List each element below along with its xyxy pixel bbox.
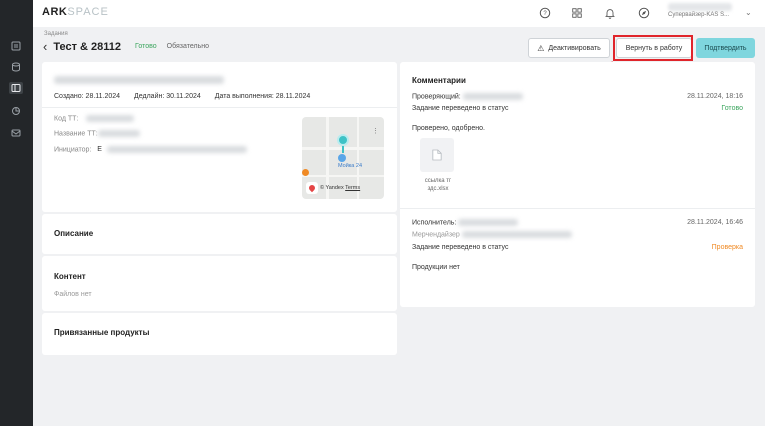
task-name-blurred <box>54 75 224 84</box>
svg-text:?: ? <box>543 11 547 17</box>
highlight-box <box>613 35 693 61</box>
comment-1-datetime: 28.11.2024, 18:16 <box>687 93 743 100</box>
reviewer-label: Проверяющий: <box>412 93 461 101</box>
bell-icon[interactable] <box>603 6 617 20</box>
comment-1-header: Проверяющий: 28.11.2024, 18:16 <box>412 93 743 100</box>
sidebar-mail-icon[interactable] <box>10 127 22 138</box>
products-card: Привязанные продукты <box>42 313 397 355</box>
executor-label: Исполнитель: <box>412 219 457 227</box>
comments-title: Комментарии <box>412 76 466 85</box>
sidebar-tasks-icon[interactable] <box>9 82 23 94</box>
apps-grid-icon[interactable] <box>570 6 584 20</box>
initiator-label: Инициатор: <box>54 146 92 154</box>
content-title: Контент <box>54 272 86 281</box>
name-label: Название ТТ: <box>54 130 98 138</box>
status-badge: Готово <box>135 43 157 50</box>
task-dates: Создано: 28.11.2024 Дедлайн: 30.11.2024 … <box>54 93 322 100</box>
warning-icon: ⚠ <box>537 43 545 53</box>
comment-1-status: Задание переведено в статус Готово <box>412 105 743 112</box>
location-pin-icon[interactable] <box>337 134 349 146</box>
comments-card: Комментарии Проверяющий: 28.11.2024, 18:… <box>400 62 755 307</box>
products-none-text: Продукции нет <box>412 264 460 271</box>
deactivate-button[interactable]: ⚠ Деактивировать <box>528 38 610 58</box>
more-icon[interactable]: ⋮ <box>372 127 379 135</box>
initiator-value: E <box>97 146 102 154</box>
support-icon[interactable]: ? <box>538 6 552 20</box>
info-initiator: Инициатор: E <box>54 146 247 153</box>
map-credit: © Yandex Terms <box>320 185 361 191</box>
comment-1-status-value: Готово <box>721 105 743 112</box>
comment-2-status-value: Проверка <box>711 244 743 251</box>
breadcrumb[interactable]: Задания <box>44 31 68 37</box>
description-title: Описание <box>54 229 94 238</box>
file-icon <box>432 149 442 161</box>
user-role[interactable]: Супервайзер-KAS S... <box>668 12 729 18</box>
logo: ARKSPACE <box>42 6 109 18</box>
map-widget[interactable]: Мойка 24 ⋮ © Yandex Terms <box>302 117 384 199</box>
description-card: Описание <box>42 214 397 254</box>
code-label: Код ТТ: <box>54 115 79 123</box>
comment-2-role: Мерчендайзер <box>412 231 743 238</box>
back-arrow-icon[interactable]: ‹ <box>43 40 47 53</box>
info-name: Название ТТ: <box>54 130 140 137</box>
attachment-name[interactable]: ссылка тг здс.xlsx <box>416 177 460 193</box>
comment-2-products: Продукции нет <box>412 264 743 271</box>
deadline-date: Дедлайн: 30.11.2024 <box>134 93 201 100</box>
page-title: Тест & 28112 <box>53 40 122 53</box>
files-none-text: Файлов нет <box>54 291 92 298</box>
poi-marker-icon <box>302 169 309 176</box>
page-header: ‹ Тест & 28112 Готово Обязательно <box>43 40 209 53</box>
comment-2-status-text: Задание переведено в статус <box>412 244 509 251</box>
sidebar <box>0 0 33 426</box>
products-title: Привязанные продукты <box>54 328 150 337</box>
car-wash-icon <box>338 154 346 162</box>
comment-2-datetime: 28.11.2024, 16:46 <box>687 219 743 226</box>
required-badge: Обязательно <box>166 43 209 50</box>
task-info-card: Создано: 28.11.2024 Дедлайн: 30.11.2024 … <box>42 62 397 212</box>
map-terms-link[interactable]: Terms <box>345 185 360 191</box>
created-date: Создано: 28.11.2024 <box>54 93 121 100</box>
content-card: Контент Файлов нет <box>42 256 397 311</box>
deactivate-label: Деактивировать <box>548 44 601 52</box>
user-name-blurred[interactable] <box>668 3 732 11</box>
map-place-label: Мойка 24 <box>338 163 363 169</box>
comment-1-status-text: Задание переведено в статус <box>412 105 509 112</box>
compass-icon[interactable] <box>637 6 651 20</box>
sidebar-reports-icon[interactable] <box>10 105 22 116</box>
comment-1-body: Проверено, одобрено. <box>412 125 486 132</box>
executor-role: Мерчендайзер <box>412 231 460 239</box>
completed-date: Дата выполнения: 28.11.2024 <box>214 93 311 100</box>
chevron-down-icon[interactable]: ⌄ <box>745 8 752 17</box>
confirm-button[interactable]: Подтвердить <box>696 38 755 58</box>
comment-2-header: Исполнитель: 28.11.2024, 16:46 <box>412 219 743 226</box>
attachment-file[interactable] <box>420 138 454 172</box>
map-open-icon[interactable] <box>306 182 318 194</box>
sidebar-dashboard-icon[interactable] <box>10 40 22 51</box>
comment-2-status: Задание переведено в статус Проверка <box>412 244 743 251</box>
sidebar-database-icon[interactable] <box>10 61 22 72</box>
top-bar: ARKSPACE ? Супервайзер-KAS S... ⌄ <box>33 0 765 27</box>
comment-1-text: Проверено, одобрено. <box>412 125 743 132</box>
info-code: Код ТТ: <box>54 115 135 123</box>
